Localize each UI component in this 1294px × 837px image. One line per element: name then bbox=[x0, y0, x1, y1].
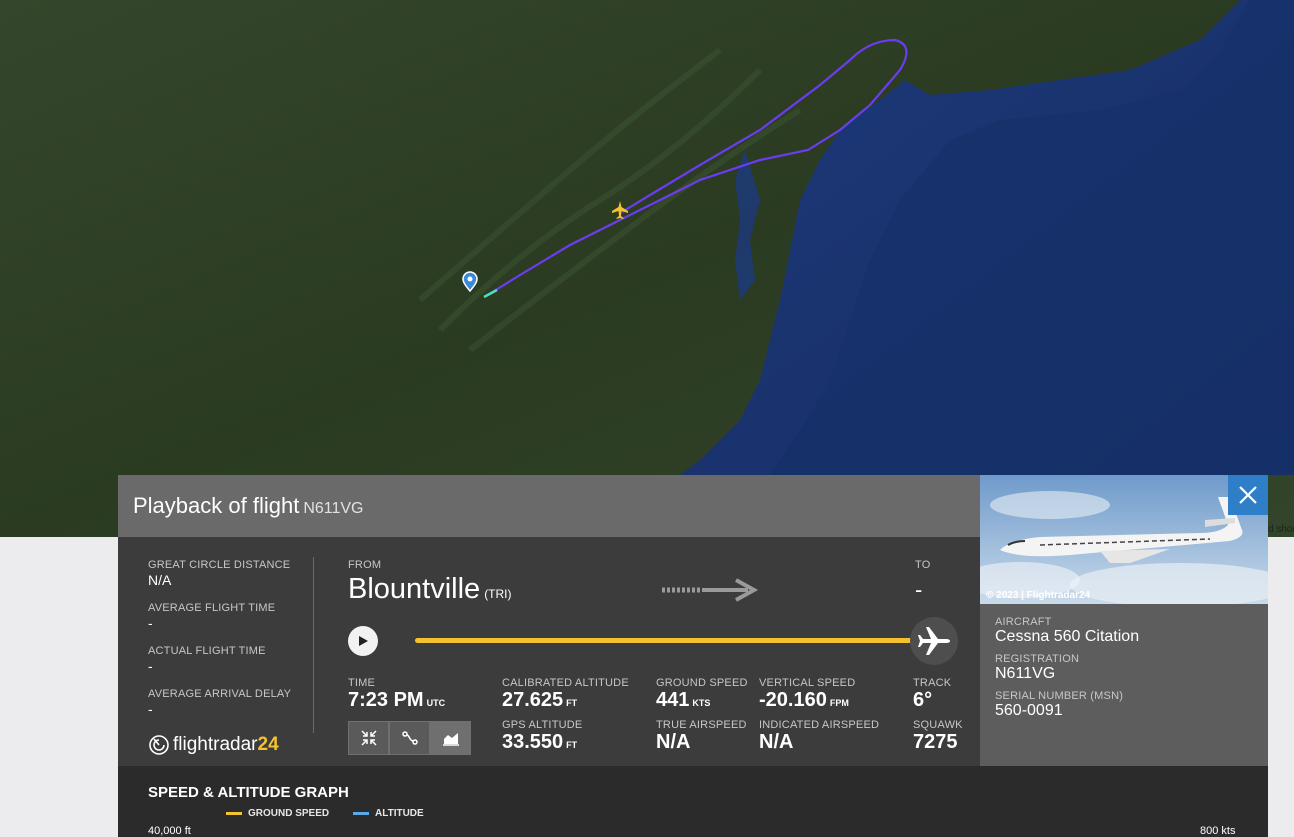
legend-ground-speed: GROUND SPEED bbox=[226, 808, 329, 819]
calibrated-altitude-value: 27.625 bbox=[502, 689, 564, 711]
route-icon bbox=[401, 731, 418, 745]
calibrated-altitude-label: CALIBRATED ALTITUDE bbox=[502, 677, 629, 689]
flight-playback-panel: Playback of flight N611VG GREAT CIRCLE DI… bbox=[118, 475, 1268, 837]
altitude-swatch bbox=[353, 812, 369, 815]
registration-label: REGISTRATION bbox=[995, 653, 1080, 665]
registration-value: N611VG bbox=[995, 665, 1056, 682]
logo-number: 24 bbox=[257, 734, 279, 755]
average-flight-time-label: AVERAGE FLIGHT TIME bbox=[148, 602, 276, 614]
aircraft-info: AIRCRAFT Cessna 560 Citation REGISTRATION… bbox=[980, 604, 1268, 766]
map-attribution: d shor bbox=[1268, 524, 1294, 535]
logo-text: flightradar bbox=[173, 734, 258, 755]
graph-title: SPEED & ALTITUDE GRAPH bbox=[148, 784, 349, 801]
play-button[interactable] bbox=[348, 626, 378, 656]
origin-city: Blountville (TRI) bbox=[348, 573, 512, 606]
time-label: TIME bbox=[348, 677, 376, 689]
legend-altitude: ALTITUDE bbox=[353, 808, 424, 819]
time-stat: TIME 7:23 PM UTC bbox=[348, 677, 445, 714]
average-arrival-delay-label: AVERAGE ARRIVAL DELAY bbox=[148, 688, 292, 700]
close-icon bbox=[1239, 486, 1257, 504]
ground-speed-swatch bbox=[226, 812, 242, 815]
speed-altitude-graph: SPEED & ALTITUDE GRAPH GROUND SPEED ALTI… bbox=[118, 766, 1268, 837]
radar-icon bbox=[149, 735, 169, 755]
vertical-speed-value: -20.160 bbox=[759, 689, 827, 711]
indicated-airspeed-value: N/A bbox=[759, 731, 794, 753]
average-arrival-delay: - bbox=[148, 701, 153, 717]
actual-flight-time: - bbox=[148, 658, 153, 674]
ground-speed-value: 441 bbox=[656, 689, 690, 711]
great-circle-distance-label: GREAT CIRCLE DISTANCE bbox=[148, 559, 291, 571]
true-airspeed-value: N/A bbox=[656, 731, 691, 753]
left-axis-top-label: 40,000 ft bbox=[148, 825, 191, 837]
view-buttons bbox=[348, 721, 471, 755]
true-airspeed-label: TRUE AIRSPEED bbox=[656, 719, 747, 731]
time-value: 7:23 PM bbox=[348, 689, 424, 711]
photo-credit: © 2023 | Flightradar24 bbox=[986, 590, 1091, 601]
satellite-map[interactable]: d shor bbox=[0, 0, 1294, 537]
vertical-speed-stat: VERTICAL SPEED -20.160 FPM bbox=[759, 677, 855, 714]
playback-scrubber[interactable] bbox=[910, 617, 958, 665]
aircraft-label: AIRCRAFT bbox=[995, 616, 1052, 628]
route-arrow-icon bbox=[660, 578, 760, 607]
vertical-speed-label: VERTICAL SPEED bbox=[759, 677, 856, 689]
ground-speed-unit: KTS bbox=[692, 698, 711, 708]
calibrated-altitude-unit: FT bbox=[566, 698, 578, 708]
legend-altitude-label: ALTITUDE bbox=[375, 808, 424, 819]
gps-altitude-unit: FT bbox=[566, 740, 578, 750]
aircraft-photo: © 2023 | Flightradar24 bbox=[980, 475, 1268, 604]
route-view-button[interactable] bbox=[389, 721, 430, 755]
flightradar24-logo: flightradar 24 bbox=[148, 734, 279, 756]
indicated-airspeed-stat: INDICATED AIRSPEED N/A bbox=[759, 719, 879, 753]
serial-number-label: SERIAL NUMBER (MSN) bbox=[995, 690, 1124, 702]
gps-altitude-stat: GPS ALTITUDE 33.550 FT bbox=[502, 719, 582, 756]
gps-altitude-label: GPS ALTITUDE bbox=[502, 719, 583, 731]
squawk-value: 7275 bbox=[913, 731, 958, 753]
playback-progress-bar[interactable] bbox=[415, 638, 935, 643]
close-button[interactable] bbox=[1228, 475, 1268, 515]
track-stat: TRACK 6° bbox=[913, 677, 951, 711]
panel-title-text: Playback of flight bbox=[133, 493, 300, 518]
squawk-stat: SQUAWK 7275 bbox=[913, 719, 963, 753]
time-unit: UTC bbox=[426, 698, 446, 708]
gps-altitude-value: 33.550 bbox=[502, 731, 564, 753]
graph-icon bbox=[442, 733, 459, 746]
serial-number-value: 560-0091 bbox=[995, 702, 1063, 719]
origin-code: (TRI) bbox=[484, 587, 512, 601]
play-icon bbox=[359, 636, 368, 646]
vertical-speed-unit: FPM bbox=[829, 698, 849, 708]
flight-details: GREAT CIRCLE DISTANCE N/A AVERAGE FLIGHT … bbox=[118, 537, 980, 766]
collapse-button[interactable] bbox=[348, 721, 389, 755]
graph-view-button[interactable] bbox=[430, 721, 471, 755]
ground-speed-stat: GROUND SPEED 441 KTS bbox=[656, 677, 748, 714]
flight-summary: GREAT CIRCLE DISTANCE N/A AVERAGE FLIGHT … bbox=[148, 559, 308, 731]
right-axis-top-label: 800 kts bbox=[1200, 825, 1236, 837]
origin-city-name: Blountville bbox=[348, 573, 481, 605]
from-label: FROM bbox=[348, 559, 382, 571]
indicated-airspeed-label: INDICATED AIRSPEED bbox=[759, 719, 880, 731]
legend-ground-speed-label: GROUND SPEED bbox=[248, 808, 330, 819]
destination-city: - bbox=[915, 577, 923, 602]
average-flight-time: - bbox=[148, 615, 153, 631]
to-label: TO bbox=[915, 559, 931, 571]
panel-title: Playback of flight N611VG bbox=[133, 493, 364, 519]
squawk-label: SQUAWK bbox=[913, 719, 963, 731]
aircraft-type: Cessna 560 Citation bbox=[995, 628, 1140, 645]
panel-registration: N611VG bbox=[303, 500, 364, 517]
divider bbox=[313, 557, 314, 733]
collapse-icon bbox=[360, 730, 377, 746]
track-label: TRACK bbox=[913, 677, 952, 689]
calibrated-altitude-stat: CALIBRATED ALTITUDE 27.625 FT bbox=[502, 677, 629, 714]
airplane-icon bbox=[918, 627, 950, 655]
actual-flight-time-label: ACTUAL FLIGHT TIME bbox=[148, 645, 266, 657]
panel-header: Playback of flight N611VG bbox=[118, 475, 980, 537]
track-value: 6° bbox=[913, 689, 933, 711]
ground-speed-label: GROUND SPEED bbox=[656, 677, 748, 689]
great-circle-distance: N/A bbox=[148, 572, 172, 588]
true-airspeed-stat: TRUE AIRSPEED N/A bbox=[656, 719, 747, 753]
